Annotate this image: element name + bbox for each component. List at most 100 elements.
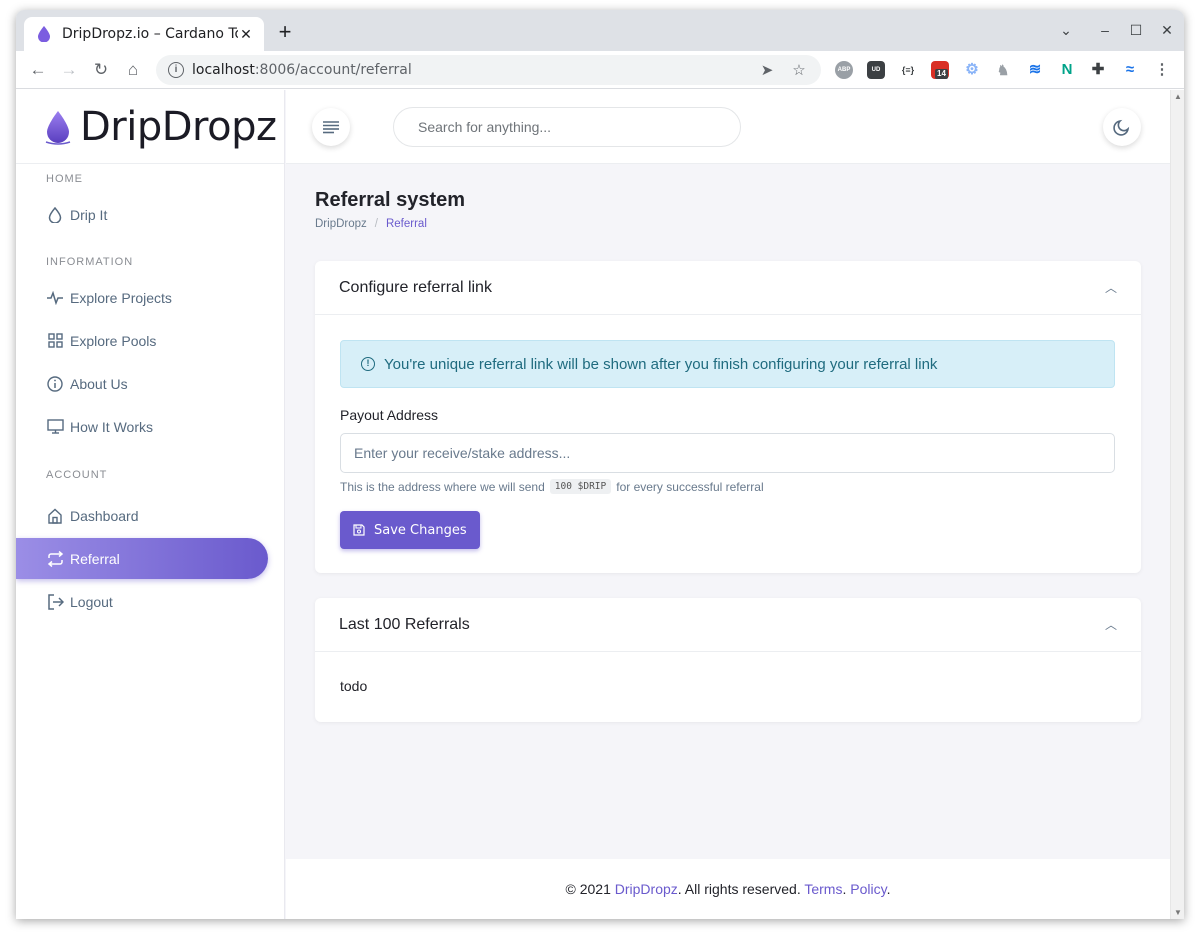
copyright-text: © 2021: [565, 881, 611, 897]
sidebar-item-label: How It Works: [70, 418, 153, 435]
json-text: {≡}: [901, 65, 915, 75]
hamburger-icon: [323, 121, 339, 134]
alert-info-icon: !: [361, 357, 375, 371]
tab-search-icon[interactable]: ⌄: [1057, 22, 1075, 39]
close-window-icon[interactable]: ✕: [1158, 22, 1176, 39]
maximize-icon[interactable]: ☐: [1127, 22, 1145, 39]
url-text: localhost:8006/account/referral: [192, 62, 745, 78]
send-icon[interactable]: ➤: [757, 61, 777, 79]
logout-icon: [46, 593, 64, 611]
menu-toggle-button[interactable]: [312, 108, 350, 146]
title-bar: DripDropz.io – Cardano To ✕ + ⌄ – ☐ ✕: [16, 10, 1184, 51]
grid-icon: [46, 332, 64, 350]
browser-menu-icon[interactable]: ⋮: [1153, 61, 1171, 79]
new-tab-icon[interactable]: +: [275, 21, 295, 43]
abp-text: ABP: [837, 67, 851, 73]
minimize-icon[interactable]: –: [1096, 22, 1114, 38]
card-header[interactable]: Last 100 Referrals ︿: [315, 598, 1141, 652]
card-title: Configure referral link: [339, 278, 492, 296]
n-extension-icon[interactable]: N: [1058, 61, 1076, 79]
brand-logo[interactable]: DripDropz: [16, 90, 284, 164]
sidebar-item-about-us[interactable]: About Us: [16, 363, 268, 404]
sidebar-item-logout[interactable]: Logout: [16, 581, 268, 622]
payout-address-label: Payout Address: [340, 407, 439, 423]
save-changes-button[interactable]: Save Changes: [340, 511, 480, 549]
card-header[interactable]: Configure referral link ︿: [315, 261, 1141, 315]
menu-header-home: HOME: [46, 173, 83, 185]
top-navbar: [286, 90, 1170, 164]
page-scrollbar[interactable]: ▲ ▼: [1170, 90, 1184, 919]
save-button-label: Save Changes: [374, 522, 467, 538]
terms-link[interactable]: Terms: [804, 881, 842, 897]
activity-icon: [46, 289, 64, 307]
sidebar-item-label: Referral: [70, 550, 120, 567]
sidebar-item-explore-pools[interactable]: Explore Pools: [16, 320, 268, 361]
breadcrumb-current: Referral: [385, 218, 427, 230]
sidebar-item-label: Explore Pools: [70, 332, 157, 349]
json-extension-icon[interactable]: {≡}: [899, 61, 917, 79]
search-input[interactable]: [393, 107, 741, 147]
sidebar-item-explore-projects[interactable]: Explore Projects: [16, 277, 268, 318]
layers-extension-icon[interactable]: ≋: [1026, 61, 1044, 79]
calendar-extension-icon[interactable]: 14: [931, 61, 949, 79]
scroll-down-icon[interactable]: ▼: [1174, 908, 1182, 917]
rights-text: . All rights reserved.: [677, 881, 801, 897]
home-icon[interactable]: ⌂: [123, 60, 143, 80]
tab-close-icon[interactable]: ✕: [238, 26, 254, 42]
address-bar[interactable]: i localhost:8006/account/referral ➤ ☆: [156, 55, 821, 85]
forward-icon[interactable]: →: [59, 60, 79, 80]
monitor-icon: [46, 418, 64, 436]
moon-icon: [1113, 119, 1130, 136]
policy-link[interactable]: Policy: [850, 881, 886, 897]
page: DripDropz HOME Drip It INFORMATION Explo…: [16, 90, 1170, 919]
back-icon[interactable]: ←: [28, 60, 48, 80]
browser-window: DripDropz.io – Cardano To ✕ + ⌄ – ☐ ✕ ← …: [16, 10, 1184, 919]
floppy-disk-icon: [353, 524, 365, 536]
last-referrals-card: Last 100 Referrals ︿ todo: [315, 598, 1141, 722]
sidebar-item-drip-it[interactable]: Drip It: [16, 194, 268, 235]
drop-favicon-icon: [36, 26, 52, 42]
extension-badge-count: 14: [935, 69, 948, 79]
info-alert: ! You're unique referral link will be sh…: [340, 340, 1115, 388]
site-info-icon[interactable]: i: [168, 62, 184, 78]
sidebar-item-dashboard[interactable]: Dashboard: [16, 495, 268, 536]
bookmark-star-icon[interactable]: ☆: [789, 61, 809, 79]
configure-referral-card: Configure referral link ︿ ! You're uniqu…: [315, 261, 1141, 573]
drop-icon: [46, 206, 64, 224]
info-icon: [46, 375, 64, 393]
drop-logo-icon: [45, 110, 71, 145]
breadcrumb-root[interactable]: DripDropz: [315, 218, 367, 230]
extensions-puzzle-icon[interactable]: ✚: [1089, 61, 1107, 79]
settings-extension-icon[interactable]: ⚙: [963, 61, 981, 79]
url-path: :8006/account/referral: [254, 62, 412, 78]
puzzle-grey-extension-icon[interactable]: ♞: [994, 61, 1012, 79]
ublock-extension-icon[interactable]: UD: [867, 61, 885, 79]
breadcrumb-separator: /: [374, 218, 378, 230]
page-title: Referral system: [315, 189, 466, 211]
sidebar-item-label: Drip It: [70, 206, 108, 223]
breadcrumb: DripDropz / Referral: [315, 218, 427, 230]
drip-amount-code: 100 $DRIP: [549, 479, 612, 494]
ud-text: UD: [871, 67, 881, 73]
referrals-body-text: todo: [340, 678, 368, 694]
theme-toggle-button[interactable]: [1103, 108, 1141, 146]
sidebar-item-label: Logout: [70, 593, 113, 610]
wing-extension-icon[interactable]: ≈: [1121, 61, 1139, 79]
sidebar: DripDropz HOME Drip It INFORMATION Explo…: [16, 90, 285, 919]
sidebar-item-referral[interactable]: Referral: [16, 538, 268, 579]
reload-icon[interactable]: ↻: [91, 60, 111, 80]
chevron-up-icon[interactable]: ︿: [1105, 616, 1117, 633]
payout-address-input[interactable]: [340, 433, 1115, 473]
adblock-extension-icon[interactable]: ABP: [835, 61, 853, 79]
chevron-up-icon[interactable]: ︿: [1105, 279, 1117, 296]
sidebar-item-how-it-works[interactable]: How It Works: [16, 406, 268, 447]
menu-header-information: INFORMATION: [46, 256, 134, 268]
home-icon: [46, 507, 64, 525]
help-text-after: for every successful referral: [616, 479, 764, 494]
footer-dot-1: .: [842, 881, 847, 897]
scroll-up-icon[interactable]: ▲: [1174, 92, 1182, 101]
browser-tab[interactable]: DripDropz.io – Cardano To ✕: [24, 17, 264, 51]
sidebar-item-label: About Us: [70, 375, 128, 392]
footer-brand-link[interactable]: DripDropz: [615, 881, 678, 897]
footer: © 2021 DripDropz. All rights reserved. T…: [286, 859, 1170, 919]
